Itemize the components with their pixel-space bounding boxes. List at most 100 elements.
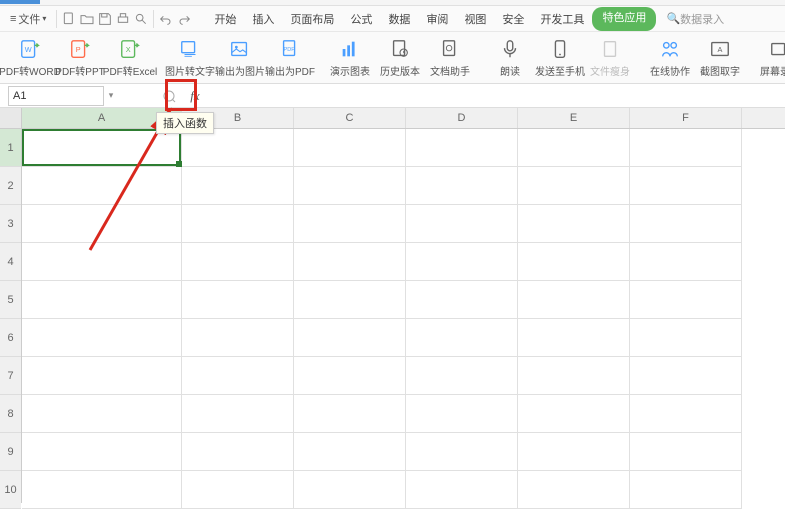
cell[interactable] [182,357,294,395]
cell[interactable] [22,433,182,471]
read-button[interactable]: 朗读 [488,35,532,80]
cell[interactable] [518,205,630,243]
cell[interactable] [182,471,294,509]
cell[interactable] [630,319,742,357]
cell[interactable] [406,167,518,205]
cell[interactable] [406,319,518,357]
file-slim-button[interactable]: 文件瘦身 [588,35,632,80]
cell[interactable] [518,319,630,357]
cell[interactable] [182,281,294,319]
cell[interactable] [518,129,630,167]
print-icon[interactable] [115,11,131,27]
redo-icon[interactable] [176,11,192,27]
pdf-to-excel-button[interactable]: X PDF转Excel [108,35,152,80]
cell[interactable] [294,395,406,433]
cell[interactable] [630,205,742,243]
cell[interactable] [406,243,518,281]
cell[interactable] [294,319,406,357]
cell[interactable] [518,471,630,509]
row-header-9[interactable]: 9 [0,433,21,471]
cell[interactable] [630,433,742,471]
namebox-dropdown[interactable]: ▾ [104,90,118,101]
select-all-corner[interactable] [0,108,21,129]
row-header-5[interactable]: 5 [0,281,21,319]
tab-review[interactable]: 审阅 [418,7,456,31]
row-header-6[interactable]: 6 [0,319,21,357]
file-menu[interactable]: ≡ 文件 ▾ [4,9,52,29]
col-header-f[interactable]: F [630,108,742,128]
tab-special[interactable]: 特色应用 [592,7,656,31]
grid-body[interactable] [22,129,785,509]
search-box[interactable]: 🔍 数据录入 [666,11,724,27]
cell[interactable] [22,319,182,357]
cell[interactable] [182,205,294,243]
row-header-3[interactable]: 3 [0,205,21,243]
cell[interactable] [294,243,406,281]
cell[interactable] [182,243,294,281]
send-phone-button[interactable]: 发送至手机 [538,35,582,80]
cell[interactable] [182,319,294,357]
tab-dev[interactable]: 开发工具 [532,7,592,31]
print-preview-icon[interactable] [133,11,149,27]
col-header-e[interactable]: E [518,108,630,128]
cell[interactable] [518,357,630,395]
cell[interactable] [294,205,406,243]
tab-insert[interactable]: 插入 [244,7,282,31]
cell[interactable] [22,395,182,433]
name-box[interactable]: A1 [8,86,104,106]
cell[interactable] [406,395,518,433]
cell[interactable] [518,167,630,205]
cancel-formula-button[interactable] [158,85,180,107]
cell[interactable] [630,167,742,205]
pic-to-text-button[interactable]: 图片转文字 [168,35,212,80]
cell[interactable] [182,395,294,433]
cell[interactable] [294,357,406,395]
row-header-7[interactable]: 7 [0,357,21,395]
row-header-4[interactable]: 4 [0,243,21,281]
tab-start[interactable]: 开始 [206,7,244,31]
cell[interactable] [630,357,742,395]
cell[interactable] [406,471,518,509]
cell[interactable] [182,433,294,471]
insert-function-button[interactable]: fx [184,85,206,107]
cell[interactable] [22,167,182,205]
cell[interactable] [406,281,518,319]
tab-security[interactable]: 安全 [494,7,532,31]
cell[interactable] [518,433,630,471]
row-header-2[interactable]: 2 [0,167,21,205]
save-icon[interactable] [97,11,113,27]
cell[interactable] [630,471,742,509]
cell[interactable] [294,471,406,509]
row-header-8[interactable]: 8 [0,395,21,433]
cell[interactable] [518,243,630,281]
col-header-d[interactable]: D [406,108,518,128]
output-pic-button[interactable]: 输出为图片 [218,35,262,80]
cell[interactable] [294,129,406,167]
row-header-10[interactable]: 10 [0,471,21,509]
open-icon[interactable] [79,11,95,27]
cell[interactable] [294,281,406,319]
cell[interactable] [294,433,406,471]
cell[interactable] [630,395,742,433]
cell[interactable] [630,243,742,281]
tab-formula[interactable]: 公式 [342,7,380,31]
cell[interactable] [406,433,518,471]
cell[interactable] [406,205,518,243]
tab-view[interactable]: 视图 [456,7,494,31]
cell[interactable] [22,243,182,281]
tab-data[interactable]: 数据 [380,7,418,31]
cell[interactable] [22,129,182,167]
undo-icon[interactable] [158,11,174,27]
pdf-to-word-button[interactable]: W PDF转WORD [8,35,52,80]
cell[interactable] [294,167,406,205]
col-header-c[interactable]: C [294,108,406,128]
cell[interactable] [518,281,630,319]
cell[interactable] [22,281,182,319]
cell[interactable] [406,129,518,167]
output-pdf-button[interactable]: PDF 输出为PDF [268,35,312,80]
chart-button[interactable]: 演示图表 [328,35,372,80]
cell[interactable] [518,395,630,433]
new-icon[interactable] [61,11,77,27]
cell[interactable] [182,129,294,167]
pdf-to-ppt-button[interactable]: P PDF转PPT [58,35,102,80]
